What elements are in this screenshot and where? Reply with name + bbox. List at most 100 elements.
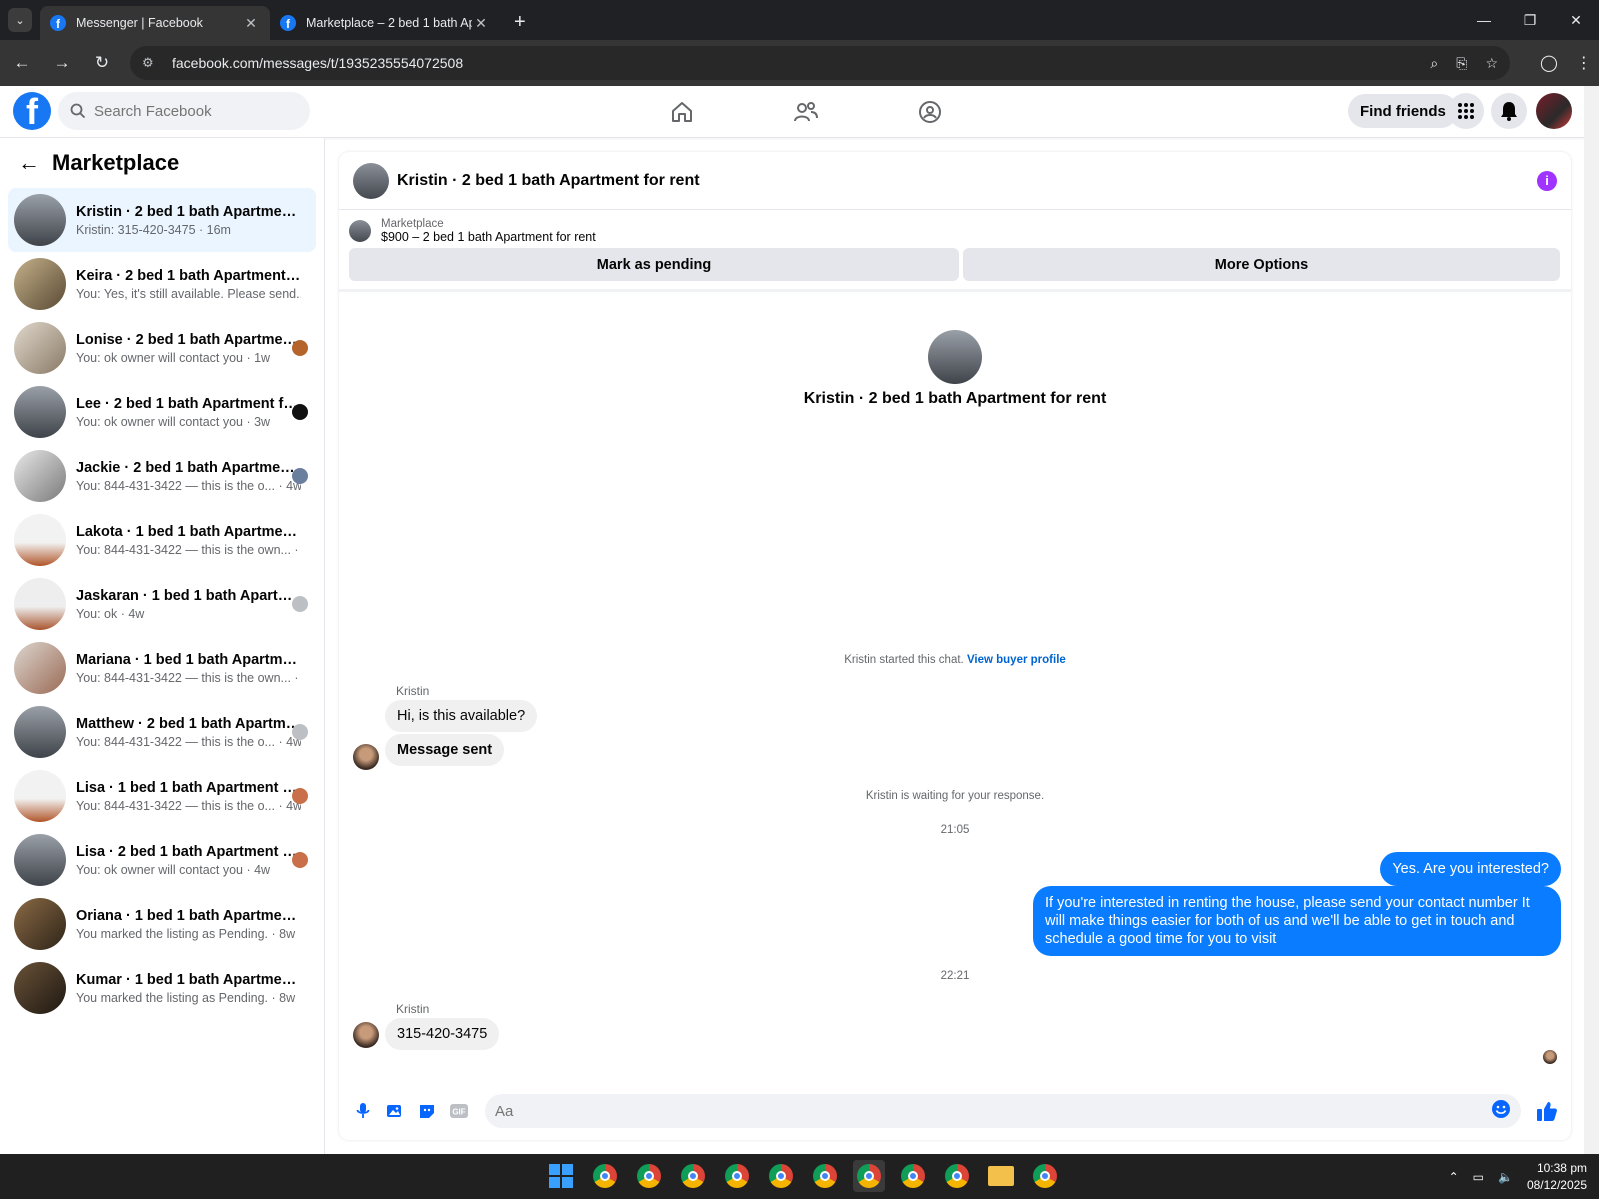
conversation-item[interactable]: Kumar · 1 bed 1 bath Apartment fo... You … bbox=[8, 956, 316, 1020]
conversation-item[interactable]: Lonise · 2 bed 1 bath Apartment... You: o… bbox=[8, 316, 316, 380]
conversation-item[interactable]: Lisa · 2 bed 1 bath Apartment fo... You: … bbox=[8, 828, 316, 892]
listing-price-title[interactable]: $900 – 2 bed 1 bath Apartment for rent bbox=[381, 230, 596, 244]
info-icon[interactable]: i bbox=[1537, 170, 1557, 191]
conversation-item[interactable]: Mariana · 1 bed 1 bath Apartment f... You… bbox=[8, 636, 316, 700]
home-nav-icon[interactable] bbox=[620, 86, 744, 138]
network-icon[interactable]: ▭ bbox=[1473, 1170, 1484, 1184]
chrome-taskbar-icon[interactable] bbox=[941, 1160, 973, 1192]
sender-avatar[interactable] bbox=[353, 744, 379, 770]
conversation-item[interactable]: Lisa · 1 bed 1 bath Apartment fo... You: … bbox=[8, 764, 316, 828]
outgoing-message[interactable]: If you're interested in renting the hous… bbox=[1033, 886, 1561, 957]
conversation-snippet: You: ok owner will contact you · 3w bbox=[76, 414, 271, 429]
gif-icon[interactable]: GIF bbox=[443, 1095, 475, 1127]
tab-search-dropdown[interactable]: ⌄ bbox=[8, 8, 32, 32]
search-icon bbox=[70, 103, 86, 119]
search-input[interactable] bbox=[94, 102, 294, 120]
conversation-snippet: You: 844-431-3422 — this is the o... · 4… bbox=[76, 798, 301, 813]
profile-icon[interactable]: ◯ bbox=[1540, 53, 1558, 73]
chrome-taskbar-icon[interactable] bbox=[677, 1160, 709, 1192]
thumbs-up-icon[interactable] bbox=[1531, 1095, 1563, 1127]
chrome-taskbar-icon[interactable] bbox=[897, 1160, 929, 1192]
main-nav bbox=[620, 86, 992, 138]
photo-icon[interactable] bbox=[379, 1095, 411, 1127]
page-scrollbar[interactable] bbox=[1584, 86, 1599, 1154]
reload-icon[interactable]: ↻ bbox=[84, 45, 120, 81]
chrome-taskbar-icon[interactable] bbox=[1029, 1160, 1061, 1192]
chat-listing-thumbnail[interactable] bbox=[353, 162, 389, 199]
site-settings-icon[interactable]: ⚙ bbox=[142, 55, 160, 71]
minimize-icon[interactable]: — bbox=[1461, 0, 1507, 40]
chevron-up-icon[interactable]: ⌃ bbox=[1449, 1170, 1459, 1184]
volume-icon[interactable]: 🔈 bbox=[1498, 1170, 1513, 1184]
conversation-item[interactable]: Kristin · 2 bed 1 bath Apartment fo... Kr… bbox=[8, 188, 316, 252]
svg-text:GIF: GIF bbox=[452, 1108, 465, 1117]
conversation-name: Jaskaran · 1 bed 1 bath Apartme... bbox=[76, 587, 301, 604]
chat-title[interactable]: Kristin · 2 bed 1 bath Apartment for ren… bbox=[397, 172, 1537, 190]
conversation-item[interactable]: Lakota · 1 bed 1 bath Apartment fo... You… bbox=[8, 508, 316, 572]
browser-tab-messenger[interactable]: f Messenger | Facebook ✕ bbox=[40, 6, 270, 40]
find-friends-button[interactable]: Find friends bbox=[1348, 94, 1458, 128]
zoom-icon[interactable]: ⌕ bbox=[1430, 55, 1438, 72]
groups-nav-icon[interactable] bbox=[868, 86, 992, 138]
incoming-message[interactable]: Hi, is this available? bbox=[385, 700, 538, 732]
view-buyer-profile-link[interactable]: View buyer profile bbox=[967, 654, 1066, 666]
menu-grid-icon[interactable] bbox=[1448, 93, 1484, 129]
chat-started-notice: Kristin started this chat. View buyer pr… bbox=[339, 654, 1571, 666]
message-input-wrapper bbox=[485, 1094, 1521, 1128]
conversation-item[interactable]: Keira · 2 bed 1 bath Apartment for ... Yo… bbox=[8, 252, 316, 316]
forward-icon[interactable]: → bbox=[44, 45, 80, 81]
chrome-taskbar-icon[interactable] bbox=[765, 1160, 797, 1192]
browser-tab-marketplace[interactable]: f Marketplace – 2 bed 1 bath Apa ✕ bbox=[270, 6, 500, 40]
listing-thumbnail bbox=[14, 514, 66, 566]
close-tab-icon[interactable]: ✕ bbox=[242, 15, 260, 32]
chat-started-text: Kristin started this chat. bbox=[844, 654, 964, 666]
file-explorer-icon[interactable] bbox=[985, 1160, 1017, 1192]
back-arrow-icon[interactable]: ← bbox=[18, 150, 40, 176]
chrome-taskbar-icon[interactable] bbox=[589, 1160, 621, 1192]
message-input[interactable] bbox=[495, 1102, 1491, 1120]
back-icon[interactable]: ← bbox=[4, 45, 40, 81]
conversation-snippet: You: ok owner will contact you · 4w bbox=[76, 862, 271, 877]
incoming-message[interactable]: Message sent bbox=[385, 734, 505, 766]
tab-title: Messenger | Facebook bbox=[76, 16, 203, 30]
chrome-taskbar-icon[interactable] bbox=[721, 1160, 753, 1192]
conversation-item[interactable]: Jackie · 2 bed 1 bath Apartment ... You: … bbox=[8, 444, 316, 508]
notifications-bell-icon[interactable] bbox=[1491, 93, 1527, 129]
address-bar[interactable]: ⚙ facebook.com/messages/t/19352355540725… bbox=[130, 46, 1510, 80]
divider bbox=[339, 289, 1571, 292]
facebook-logo-icon[interactable]: f bbox=[13, 92, 51, 130]
more-options-button[interactable]: More Options bbox=[963, 248, 1560, 281]
mark-as-pending-button[interactable]: Mark as pending bbox=[349, 248, 959, 281]
sender-avatar[interactable] bbox=[353, 1022, 379, 1048]
friends-nav-icon[interactable] bbox=[744, 86, 868, 138]
waiting-notice: Kristin is waiting for your response. bbox=[865, 790, 1045, 802]
chrome-taskbar-icon-active[interactable] bbox=[853, 1160, 885, 1192]
new-tab-button[interactable]: + bbox=[514, 11, 526, 34]
bookmark-star-icon[interactable]: ☆ bbox=[1485, 55, 1498, 72]
outgoing-message[interactable]: Yes. Are you interested? bbox=[1380, 852, 1561, 887]
system-clock[interactable]: 10:38 pm 08/12/2025 bbox=[1527, 1160, 1587, 1192]
conversation-name: Lisa · 2 bed 1 bath Apartment fo... bbox=[76, 843, 301, 860]
close-tab-icon[interactable]: ✕ bbox=[472, 15, 490, 32]
conversation-item[interactable]: Jaskaran · 1 bed 1 bath Apartme... You: o… bbox=[8, 572, 316, 636]
incoming-message[interactable]: 315-420-3475 bbox=[385, 1018, 500, 1050]
windows-start-icon[interactable] bbox=[545, 1160, 577, 1192]
emoji-icon[interactable] bbox=[1491, 1099, 1511, 1124]
chrome-taskbar-icon[interactable] bbox=[633, 1160, 665, 1192]
conversation-item[interactable]: Matthew · 2 bed 1 bath Apartme... You: 84… bbox=[8, 700, 316, 764]
close-window-icon[interactable]: ✕ bbox=[1553, 0, 1599, 40]
restore-icon[interactable]: ❐ bbox=[1507, 0, 1553, 40]
account-avatar[interactable] bbox=[1536, 93, 1572, 129]
conversation-item[interactable]: Oriana · 1 bed 1 bath Apartment fo... You… bbox=[8, 892, 316, 956]
window-controls: — ❐ ✕ bbox=[1461, 0, 1599, 40]
microphone-icon[interactable] bbox=[347, 1095, 379, 1127]
facebook-search[interactable] bbox=[58, 92, 310, 130]
sticker-icon[interactable] bbox=[411, 1095, 443, 1127]
url-text[interactable]: facebook.com/messages/t/1935235554072508 bbox=[172, 55, 1430, 71]
browser-menu-icon[interactable]: ⋮ bbox=[1576, 53, 1592, 73]
seen-receipt-avatar bbox=[1543, 1050, 1557, 1064]
install-app-icon[interactable]: ⎘ bbox=[1456, 55, 1467, 72]
chrome-taskbar-icon[interactable] bbox=[809, 1160, 841, 1192]
conversation-snippet: You: 844-431-3422 — this is the o... · 4… bbox=[76, 478, 301, 493]
conversation-item[interactable]: Lee · 2 bed 1 bath Apartment fo... You: o… bbox=[8, 380, 316, 444]
